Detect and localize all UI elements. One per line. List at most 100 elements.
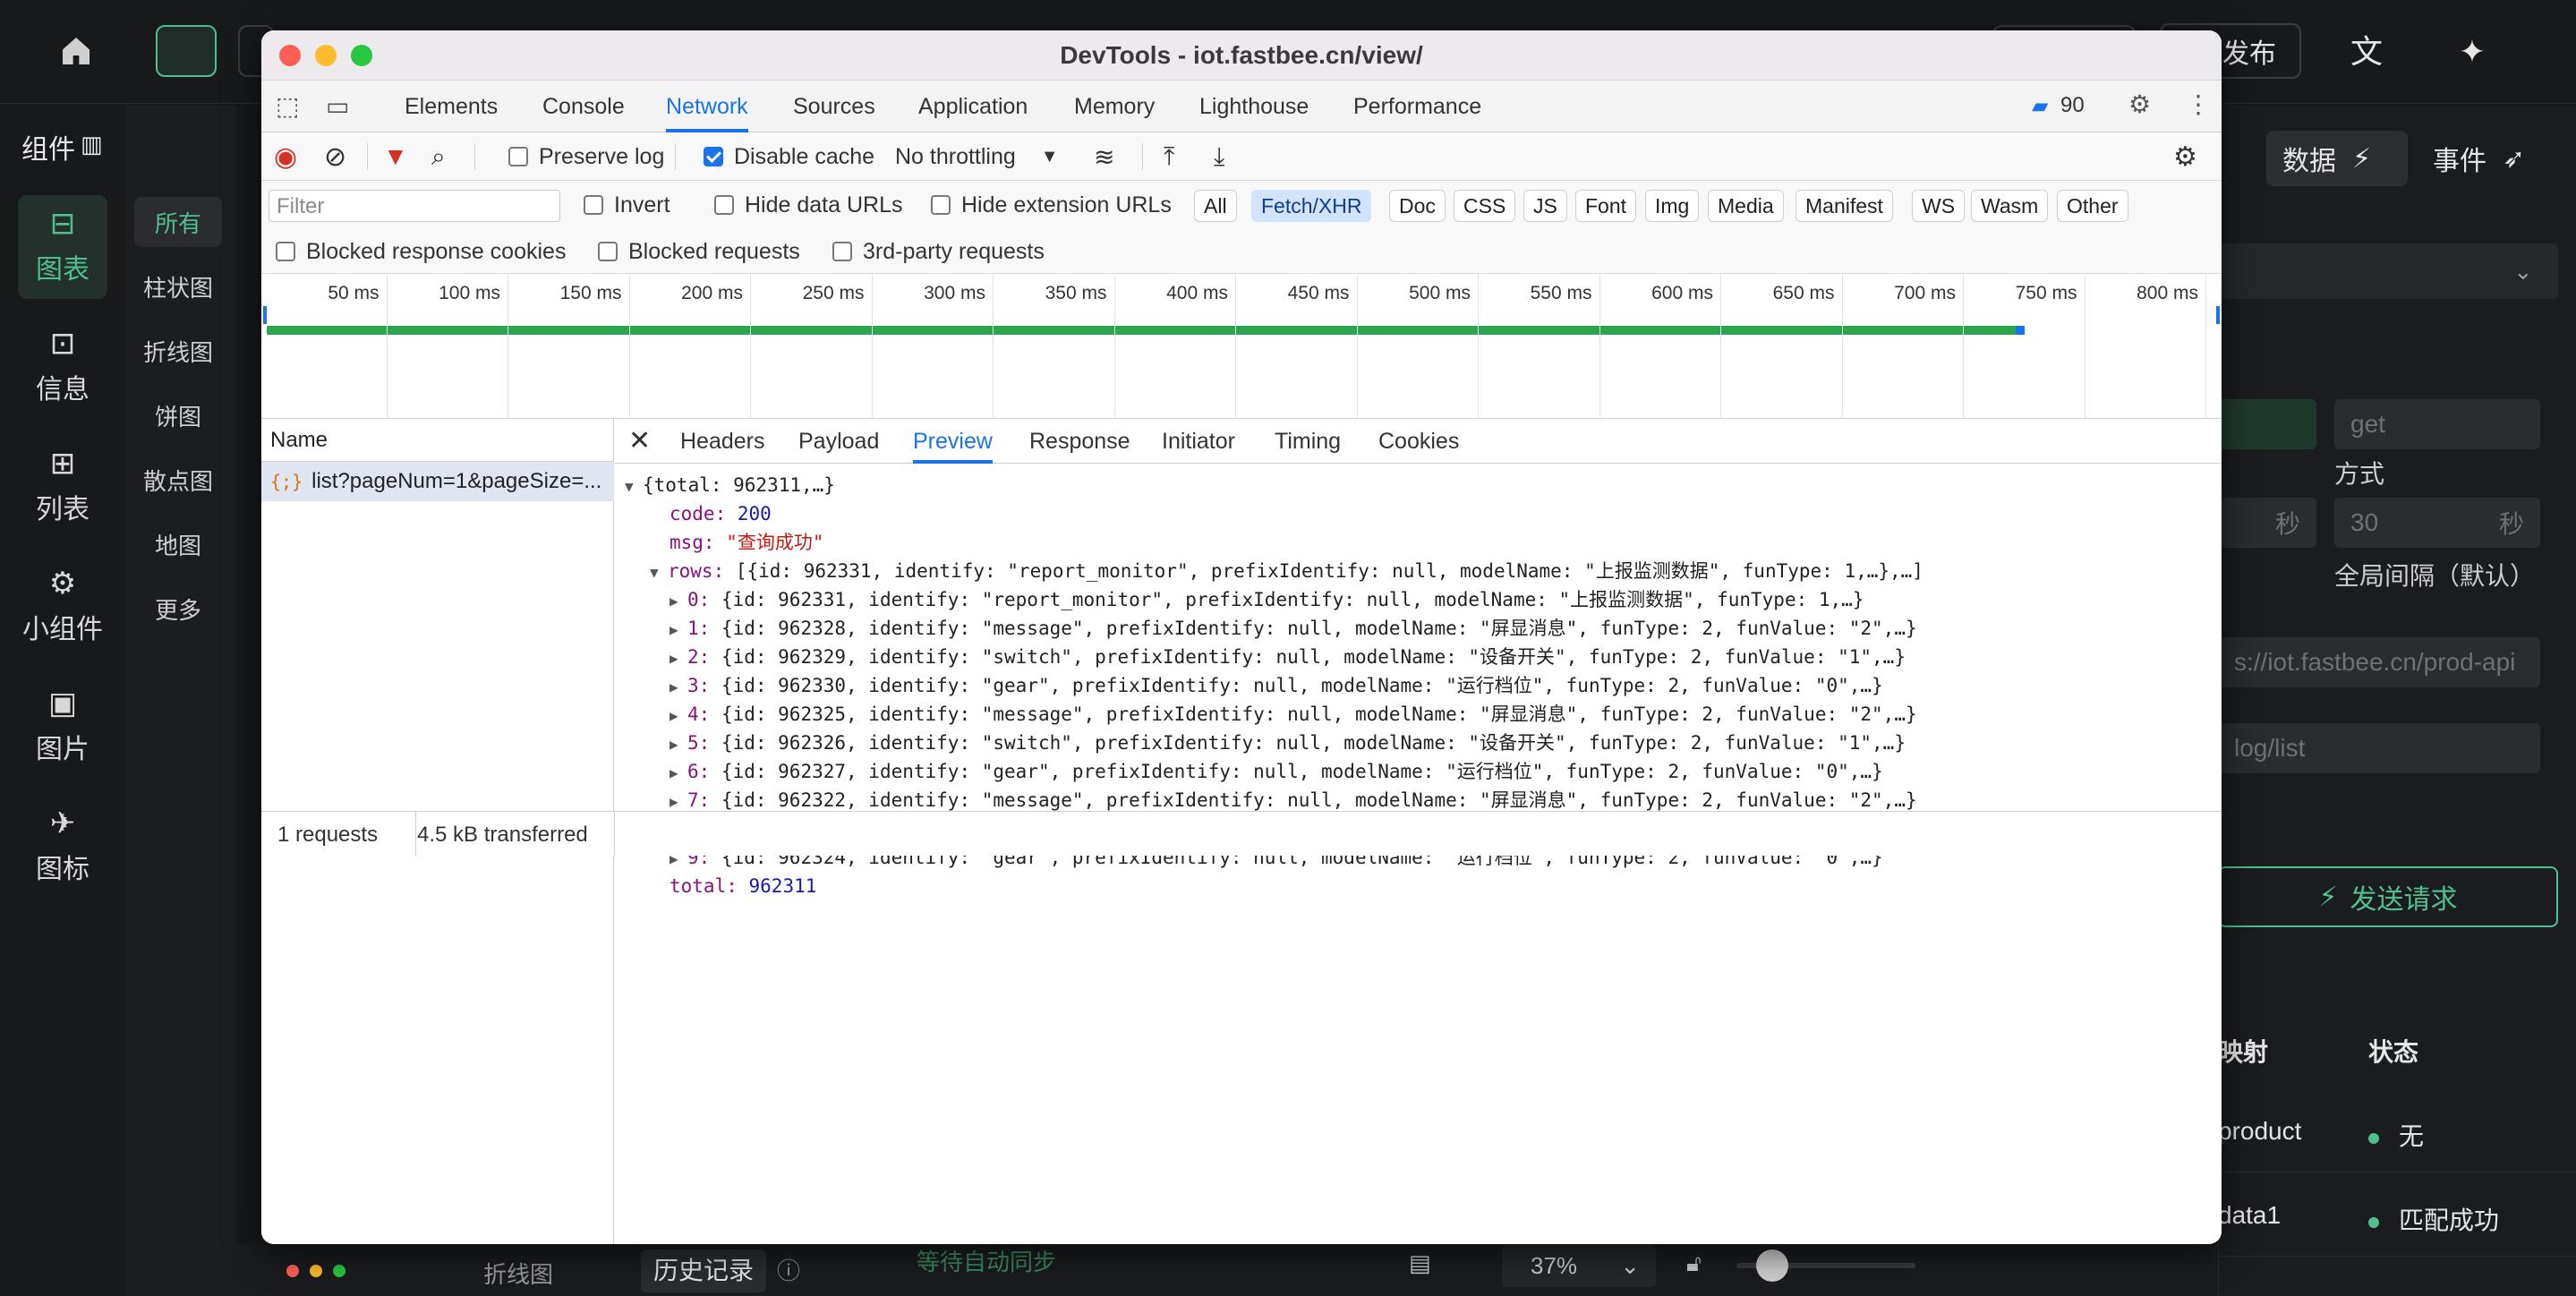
device-toolbar-icon[interactable]: ▭ xyxy=(326,91,349,121)
network-conditions-icon[interactable]: ≋ xyxy=(1094,132,1114,181)
tab-data[interactable]: 数据 ⚡ xyxy=(2266,131,2408,186)
inspect-element-icon[interactable]: ⬚ xyxy=(276,91,299,121)
translate-icon[interactable]: 文 xyxy=(2347,32,2386,72)
method-select[interactable]: get xyxy=(2334,399,2540,449)
tab-network[interactable]: Network xyxy=(666,81,748,132)
bar-chart-tool-button[interactable] xyxy=(156,25,217,77)
tab-timing[interactable]: Timing xyxy=(1275,419,1341,464)
tab-elements[interactable]: Elements xyxy=(405,81,498,132)
type-filter-wasm[interactable]: Wasm xyxy=(1971,190,2049,222)
json-row-item[interactable]: ▶ 3: {id: 962330, identify: "gear", prefi… xyxy=(670,671,1883,700)
source-select[interactable] xyxy=(2218,243,2558,299)
tab-initiator[interactable]: Initiator xyxy=(1162,419,1235,464)
blocked-response-cookies-checkbox[interactable]: Blocked response cookies xyxy=(276,229,566,274)
category-pie[interactable]: 饼图 xyxy=(134,390,222,440)
json-row-item[interactable]: ▶ 1: {id: 962328, identify: "message", pr… xyxy=(670,614,1917,643)
lock-icon[interactable]: 🔓︎ xyxy=(1686,1249,1702,1278)
type-filter-doc[interactable]: Doc xyxy=(1389,190,1446,222)
category-line[interactable]: 折线图 xyxy=(134,326,222,376)
third-party-requests-checkbox[interactable]: 3rd-party requests xyxy=(832,229,1045,274)
type-filter-font[interactable]: Font xyxy=(1575,190,1637,222)
zoom-select[interactable]: 37% ⌄ xyxy=(1502,1244,1656,1287)
timeline-handle-left[interactable] xyxy=(263,306,267,324)
json-msg: msg: "查询成功" xyxy=(670,528,824,557)
category-map[interactable]: 地图 xyxy=(134,519,222,569)
preserve-log-checkbox[interactable]: Preserve log xyxy=(508,132,664,181)
json-row-item[interactable]: ▶ 0: {id: 962331, identify: "report_monit… xyxy=(670,585,1864,614)
invert-checkbox[interactable]: Invert xyxy=(584,181,670,229)
network-settings-icon[interactable]: ⚙ xyxy=(2173,132,2197,181)
magic-wand-icon[interactable]: ✦ xyxy=(2452,32,2492,72)
rail-item-image[interactable]: ▣ 图片 xyxy=(18,675,107,779)
tab-memory[interactable]: Memory xyxy=(1074,81,1155,132)
tab-application[interactable]: Application xyxy=(918,81,1028,132)
settings-gear-icon[interactable]: ⚙ xyxy=(2128,90,2151,119)
close-detail-icon[interactable]: ✕ xyxy=(628,419,651,464)
zoom-slider-thumb[interactable] xyxy=(1756,1249,1788,1282)
rail-item-info[interactable]: ⊡ 信息 xyxy=(18,315,107,419)
type-filter-ws[interactable]: WS xyxy=(1912,190,1966,222)
type-filter-all[interactable]: All xyxy=(1194,190,1237,222)
type-filter-js[interactable]: JS xyxy=(1523,190,1567,222)
chevron-down-icon: ⌄ xyxy=(2513,258,2533,285)
type-filter-fetch-xhr[interactable]: Fetch/XHR xyxy=(1251,190,1372,222)
type-filter-img[interactable]: Img xyxy=(1645,190,1700,222)
hide-data-urls-checkbox[interactable]: Hide data URLs xyxy=(714,181,902,229)
tab-sources[interactable]: Sources xyxy=(793,81,875,132)
type-filter-css[interactable]: CSS xyxy=(1454,190,1516,222)
json-row-item[interactable]: ▶ 2: {id: 962329, identify: "switch", pre… xyxy=(670,643,1906,671)
filter-icon[interactable]: ▼ xyxy=(383,132,408,181)
tab-headers[interactable]: Headers xyxy=(680,419,765,464)
network-timeline[interactable]: 50 ms 100 ms 150 ms 200 ms 250 ms 300 ms 350 m… xyxy=(261,274,2222,419)
type-filter-other[interactable]: Other xyxy=(2057,190,2128,222)
category-all[interactable]: 所有 xyxy=(134,197,222,247)
tab-payload[interactable]: Payload xyxy=(798,419,879,464)
more-options-icon[interactable]: ⋮ xyxy=(2186,90,2211,119)
rail-item-table[interactable]: ⊞ 列表 xyxy=(18,435,107,539)
tab-response[interactable]: Response xyxy=(1029,419,1130,464)
hide-extension-urls-checkbox[interactable]: Hide extension URLs xyxy=(931,181,1172,229)
search-icon[interactable]: ⌕ xyxy=(431,132,446,181)
api-path-input[interactable]: log/list xyxy=(2218,723,2540,773)
throttling-select[interactable]: No throttling ▼ xyxy=(895,132,1059,181)
message-icon[interactable]: ▰ xyxy=(2032,93,2048,119)
home-icon[interactable] xyxy=(52,27,100,75)
tab-console[interactable]: Console xyxy=(542,81,625,132)
timeline-handle-right[interactable] xyxy=(2216,306,2220,324)
tab-cookies[interactable]: Cookies xyxy=(1378,419,1459,464)
name-column-header[interactable]: Name xyxy=(261,419,614,462)
interval-input[interactable]: 秒 xyxy=(2218,498,2316,548)
filter-input[interactable]: Filter xyxy=(269,190,560,222)
request-row[interactable]: {;} list?pageNum=1&pageSize=... xyxy=(261,462,614,501)
category-more[interactable]: 更多 xyxy=(134,584,222,634)
help-icon[interactable]: ⓘ xyxy=(777,1253,800,1286)
export-har-icon[interactable]: ⤓ xyxy=(1214,132,1224,181)
layout-icon[interactable]: ▤ xyxy=(1409,1249,1431,1277)
import-har-icon[interactable]: ⤒ xyxy=(1164,132,1174,181)
json-row-item[interactable]: ▶ 5: {id: 962326, identify: "switch", pre… xyxy=(670,729,1906,757)
clear-icon[interactable]: ⊘ xyxy=(324,132,346,181)
tab-event[interactable]: 事件 ➶ xyxy=(2417,131,2560,186)
tab-lighthouse[interactable]: Lighthouse xyxy=(1199,81,1309,132)
tab-performance[interactable]: Performance xyxy=(1353,81,1481,132)
rail-item-widget[interactable]: ⚙ 小组件 xyxy=(18,555,107,659)
chart-icon: ⊟ xyxy=(49,207,76,241)
send-request-button[interactable]: ⚡ 发送请求 xyxy=(2218,866,2558,927)
json-row-item[interactable]: ▶ 6: {id: 962327, identify: "gear", prefi… xyxy=(670,757,1883,786)
type-filter-media[interactable]: Media xyxy=(1708,190,1784,222)
history-button[interactable]: 历史记录 xyxy=(641,1249,767,1292)
blocked-requests-checkbox[interactable]: Blocked requests xyxy=(598,229,800,274)
category-scatter[interactable]: 散点图 xyxy=(134,455,222,505)
json-row-item[interactable]: ▶ 4: {id: 962325, identify: "message", pr… xyxy=(670,700,1917,729)
json-root[interactable]: ▼ {total: 962311,…} xyxy=(625,471,835,499)
disable-cache-checkbox[interactable]: Disable cache xyxy=(704,132,874,181)
global-interval-input[interactable]: 30 秒 xyxy=(2334,498,2540,548)
tab-preview[interactable]: Preview xyxy=(913,419,993,464)
rail-item-icon[interactable]: ✈ 图标 xyxy=(18,795,107,899)
record-stop-icon[interactable]: ◉ xyxy=(274,132,297,181)
rail-item-chart[interactable]: ⊟ 图表 xyxy=(18,195,107,299)
json-rows[interactable]: ▼ rows: [{id: 962331, identify: "report_m… xyxy=(650,557,1923,585)
api-url-input[interactable]: s://iot.fastbee.cn/prod-api xyxy=(2218,637,2540,687)
type-filter-manifest[interactable]: Manifest xyxy=(1796,190,1893,222)
category-bar[interactable]: 柱状图 xyxy=(134,261,222,311)
